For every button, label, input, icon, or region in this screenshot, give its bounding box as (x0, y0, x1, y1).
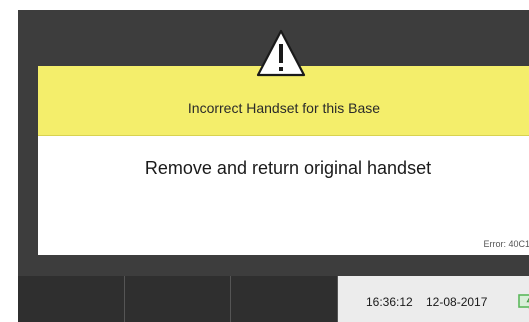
taskbar-button-1[interactable] (18, 276, 125, 322)
error-code: Error: 40C1 (483, 239, 529, 249)
bezel-left (0, 0, 18, 322)
taskbar-button-3[interactable] (231, 276, 338, 322)
dialog-message: Remove and return original handset (144, 158, 432, 178)
dialog-body: Remove and return original handset Error… (38, 136, 529, 255)
taskbar: 16:36:12 12-08-2017 (18, 266, 529, 322)
status-time: 16:36:12 (366, 295, 413, 309)
battery-charging-icon (518, 294, 529, 309)
status-area: 16:36:12 12-08-2017 (338, 276, 529, 322)
display-screen: Incorrect Handset for this Base Remove a… (18, 10, 529, 322)
warning-triangle-icon (256, 29, 306, 77)
dialog-title: Incorrect Handset for this Base (187, 100, 381, 116)
device-screen: Incorrect Handset for this Base Remove a… (0, 0, 529, 322)
status-date: 12-08-2017 (426, 295, 488, 309)
error-dialog: Incorrect Handset for this Base Remove a… (38, 66, 529, 255)
taskbar-button-2[interactable] (125, 276, 231, 322)
bezel-top (0, 0, 529, 10)
